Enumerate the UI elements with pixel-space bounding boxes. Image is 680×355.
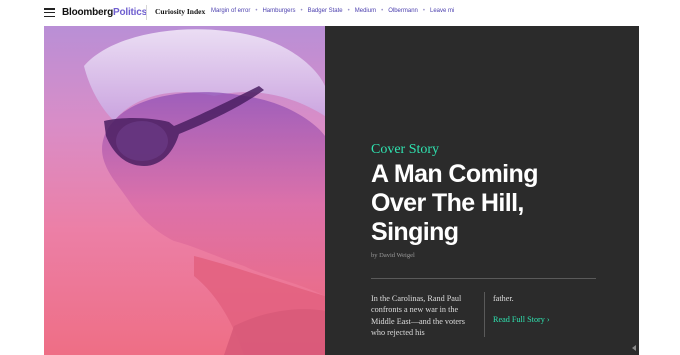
story-deck-continued: father. — [493, 294, 514, 303]
story-headline[interactable]: A Man Coming Over The Hill, Singing — [371, 160, 621, 247]
nav-separator: • — [381, 8, 384, 14]
story-divider — [371, 278, 596, 279]
nav-link-badger-state[interactable]: Badger State — [308, 8, 343, 14]
headline-line: A Man Coming — [371, 160, 538, 188]
header-divider — [146, 5, 147, 20]
nav-link-medium[interactable]: Medium — [355, 8, 376, 14]
hamburger-menu-icon[interactable] — [44, 8, 55, 18]
carousel-prev-arrow-icon[interactable] — [632, 345, 636, 351]
nav-link-margin-of-error[interactable]: Margin of error — [211, 8, 250, 14]
top-navigation-bar: BloombergPolitics Curiosity Index Margin… — [0, 0, 680, 26]
nav-separator: • — [300, 8, 303, 14]
headline-line: Singing — [371, 218, 459, 246]
nav-separator: • — [422, 8, 425, 14]
cover-hero-image[interactable] — [44, 26, 325, 355]
nav-link-leave-mi[interactable]: Leave mi — [430, 8, 454, 14]
read-full-story-link[interactable]: Read Full Story › — [493, 315, 550, 324]
byline: by David Weigel — [371, 252, 415, 259]
nav-link-hamburgers[interactable]: Hamburgers — [262, 8, 295, 14]
brand-logo[interactable]: BloombergPolitics — [62, 6, 147, 20]
cover-story-label: Cover Story — [371, 142, 440, 157]
brand-name: Bloomberg — [62, 7, 113, 18]
portrait-illustration — [84, 29, 325, 355]
portrait-lens — [116, 121, 168, 161]
nav-link-olbermann[interactable]: Olbermann — [388, 8, 418, 14]
deck-column-divider — [484, 292, 485, 337]
story-deck: In the Carolinas, Rand Paul confronts a … — [371, 294, 465, 337]
trending-nav: Margin of error • Hamburgers • Badger St… — [211, 8, 454, 14]
curiosity-index-label: Curiosity Index — [155, 7, 206, 16]
headline-line: Over The Hill, — [371, 189, 524, 217]
nav-separator: • — [347, 8, 350, 14]
brand-section: Politics — [112, 7, 147, 18]
nav-separator: • — [255, 8, 258, 14]
